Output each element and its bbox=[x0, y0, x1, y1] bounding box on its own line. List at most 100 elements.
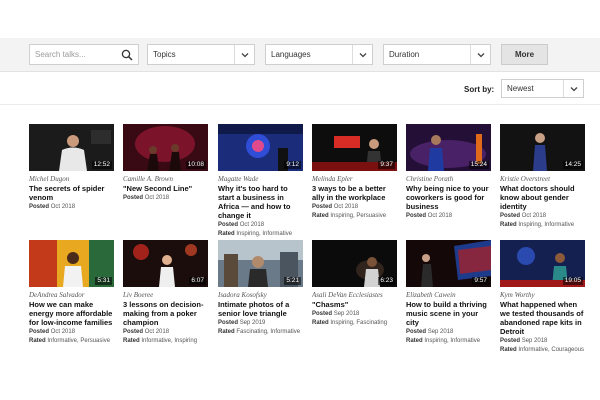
talk-title[interactable]: What happened when we tested thousands o… bbox=[500, 300, 585, 336]
talk-card[interactable]: 5:31 DeAndrea Salvador How we can make e… bbox=[29, 240, 114, 345]
rated-label: Rated bbox=[406, 338, 423, 344]
duration-dropdown[interactable]: Duration bbox=[383, 44, 491, 65]
search-input[interactable] bbox=[30, 45, 118, 64]
duration-badge: 5:21 bbox=[284, 277, 301, 285]
talk-title[interactable]: Intimate photos of a senior love triangl… bbox=[218, 300, 303, 318]
chevron-down-icon[interactable] bbox=[470, 45, 490, 64]
talk-thumbnail[interactable]: 12:52 bbox=[29, 124, 114, 171]
talk-card[interactable]: 9:57 Elizabeth Cawein How to build a thr… bbox=[406, 240, 491, 345]
posted-date: Posted Oct 2018 bbox=[29, 203, 114, 211]
posted-value: Oct 2018 bbox=[521, 213, 547, 219]
posted-value: Oct 2018 bbox=[239, 222, 265, 228]
posted-label: Posted bbox=[218, 222, 239, 228]
languages-dropdown[interactable]: Languages bbox=[265, 44, 373, 65]
talk-title[interactable]: How we can make energy more affordable f… bbox=[29, 300, 114, 327]
posted-date: Posted Sep 2018 bbox=[312, 310, 397, 318]
talk-title[interactable]: Why it's too hard to start a business in… bbox=[218, 184, 303, 220]
posted-label: Posted bbox=[500, 213, 521, 219]
rated-label: Rated bbox=[500, 222, 517, 228]
rated-value: Inspiring, Informative bbox=[518, 222, 575, 228]
talk-card[interactable]: 6:23 Asali DeVan Ecclesiastes "Chasms" P… bbox=[312, 240, 397, 327]
talk-title[interactable]: 3 lessons on decision-making from a poke… bbox=[123, 300, 208, 327]
talk-title[interactable]: 3 ways to be a better ally in the workpl… bbox=[312, 184, 397, 202]
talk-title[interactable]: The secrets of spider venom bbox=[29, 184, 114, 202]
sort-by-label: Sort by: bbox=[464, 85, 495, 94]
talk-card[interactable]: 15:24 Christine Porath Why being nice to… bbox=[406, 124, 491, 220]
talk-card[interactable]: 9:12 Magatte Wade Why it's too hard to s… bbox=[218, 124, 303, 238]
posted-value: Oct 2018 bbox=[427, 213, 453, 219]
talk-thumbnail[interactable]: 6:23 bbox=[312, 240, 397, 287]
topics-dropdown[interactable]: Topics bbox=[147, 44, 255, 65]
rated-value: Informative, Courageous bbox=[518, 347, 585, 353]
posted-date: Posted Oct 2018 bbox=[29, 328, 114, 336]
talk-title[interactable]: "Chasms" bbox=[312, 300, 397, 309]
filter-bar: Topics Languages Duration More bbox=[0, 38, 600, 72]
search-box[interactable] bbox=[29, 44, 139, 65]
rated-label: Rated bbox=[123, 338, 140, 344]
chevron-down-icon[interactable] bbox=[352, 45, 372, 64]
talk-title[interactable]: Why being nice to your coworkers is good… bbox=[406, 184, 491, 211]
talk-thumbnail[interactable]: 15:24 bbox=[406, 124, 491, 171]
posted-value: Oct 2018 bbox=[144, 195, 170, 201]
talk-thumbnail[interactable]: 19:05 bbox=[500, 240, 585, 287]
duration-badge: 14:25 bbox=[562, 161, 583, 169]
talk-thumbnail[interactable]: 10:08 bbox=[123, 124, 208, 171]
rated-value: Fascinating, Informative bbox=[236, 329, 301, 335]
posted-date: Posted Sep 2018 bbox=[406, 328, 491, 336]
sort-dropdown[interactable]: Newest bbox=[501, 79, 584, 98]
speaker-name: Michel Dugon bbox=[29, 175, 70, 183]
posted-date: Posted Oct 2018 bbox=[500, 212, 585, 220]
speaker-name: DeAndrea Salvador bbox=[29, 291, 85, 299]
speaker-name: Isadora Kosofsky bbox=[218, 291, 267, 299]
rated-label: Rated bbox=[312, 213, 329, 219]
posted-value: Sep 2018 bbox=[333, 311, 360, 317]
talk-card[interactable]: 19:05 Kym Worthy What happened when we t… bbox=[500, 240, 585, 354]
talk-title[interactable]: "New Second Line" bbox=[123, 184, 208, 193]
talk-thumbnail[interactable]: 5:21 bbox=[218, 240, 303, 287]
posted-value: Oct 2018 bbox=[144, 329, 170, 335]
posted-date: Posted Oct 2018 bbox=[312, 203, 397, 211]
search-icon[interactable] bbox=[118, 45, 136, 64]
posted-label: Posted bbox=[312, 204, 333, 210]
posted-date: Posted Sep 2019 bbox=[218, 319, 303, 327]
rating: Rated Inspiring, Persuasive bbox=[312, 212, 397, 220]
talk-card[interactable]: 14:25 Kristie Overstreet What doctors sh… bbox=[500, 124, 585, 229]
rated-label: Rated bbox=[500, 347, 517, 353]
duration-badge: 15:24 bbox=[468, 161, 489, 169]
duration-badge: 19:05 bbox=[562, 277, 583, 285]
chevron-down-icon[interactable] bbox=[234, 45, 254, 64]
talk-thumbnail[interactable]: 14:25 bbox=[500, 124, 585, 171]
rating: Rated Informative, Inspiring bbox=[123, 337, 208, 345]
rated-label: Rated bbox=[312, 320, 329, 326]
posted-label: Posted bbox=[29, 329, 50, 335]
duration-badge: 5:31 bbox=[95, 277, 112, 285]
talk-card[interactable]: 12:52 Michel Dugon The secrets of spider… bbox=[29, 124, 114, 211]
more-button[interactable]: More bbox=[501, 44, 548, 65]
rating: Rated Fascinating, Informative bbox=[218, 328, 303, 336]
languages-label: Languages bbox=[271, 50, 311, 59]
rated-label: Rated bbox=[218, 329, 235, 335]
talk-thumbnail[interactable]: 5:31 bbox=[29, 240, 114, 287]
talk-title[interactable]: How to build a thriving music scene in y… bbox=[406, 300, 491, 327]
talk-card[interactable]: 6:07 Liv Boeree 3 lessons on decision-ma… bbox=[123, 240, 208, 345]
posted-date: Posted Sep 2018 bbox=[500, 337, 585, 345]
posted-label: Posted bbox=[406, 329, 427, 335]
speaker-name: Elizabeth Cawein bbox=[406, 291, 456, 299]
talk-thumbnail[interactable]: 9:57 bbox=[406, 240, 491, 287]
duration-badge: 6:07 bbox=[189, 277, 206, 285]
talk-card[interactable]: 5:21 Isadora Kosofsky Intimate photos of… bbox=[218, 240, 303, 336]
talk-title[interactable]: What doctors should know about gender id… bbox=[500, 184, 585, 211]
talk-thumbnail[interactable]: 6:07 bbox=[123, 240, 208, 287]
talk-card[interactable]: 10:08 Camille A. Brown "New Second Line"… bbox=[123, 124, 208, 202]
talk-thumbnail[interactable]: 9:12 bbox=[218, 124, 303, 171]
speaker-name: Liv Boeree bbox=[123, 291, 154, 299]
sort-value: Newest bbox=[507, 84, 534, 93]
posted-value: Oct 2018 bbox=[50, 204, 76, 210]
talk-card[interactable]: 9:37 Melinda Epler 3 ways to be a better… bbox=[312, 124, 397, 220]
rating: Rated Informative, Courageous bbox=[500, 346, 585, 354]
talk-thumbnail[interactable]: 9:37 bbox=[312, 124, 397, 171]
chevron-down-icon[interactable] bbox=[563, 80, 583, 97]
posted-value: Sep 2018 bbox=[427, 329, 454, 335]
rating: Rated Informative, Persuasive bbox=[29, 337, 114, 345]
speaker-name: Kym Worthy bbox=[500, 291, 535, 299]
